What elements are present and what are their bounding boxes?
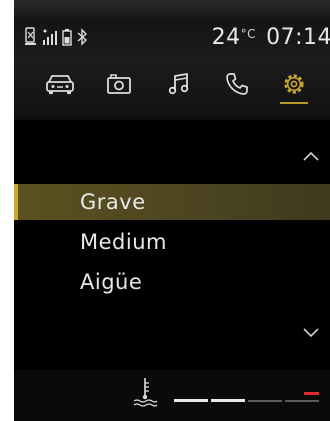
phone-battery-icon xyxy=(25,27,36,45)
gauge-segment-1 xyxy=(174,399,208,402)
menu-item-label: Aigüe xyxy=(80,270,143,294)
menu-item-label: Grave xyxy=(80,190,146,214)
menu-list: Grave Medium Aigüe xyxy=(14,120,330,370)
status-icons xyxy=(24,26,88,46)
tab-settings[interactable] xyxy=(272,72,316,116)
chevron-up-icon[interactable] xyxy=(302,150,320,162)
bottom-bar xyxy=(14,370,330,421)
phone-icon xyxy=(226,73,248,95)
coolant-temperature-icon xyxy=(133,378,158,407)
temperature-unit: °C xyxy=(240,27,256,41)
menu-item-aigue[interactable]: Aigüe xyxy=(14,264,330,300)
signal-icon xyxy=(43,29,57,45)
chevron-down-icon[interactable] xyxy=(302,326,320,338)
gauge-segment-2 xyxy=(211,399,245,402)
tab-media[interactable] xyxy=(97,72,141,116)
selection-accent xyxy=(14,184,18,220)
camera-icon xyxy=(107,74,131,94)
top-edge xyxy=(14,0,330,20)
display-screen: 24°C 07:14 Grave Medium Aigüe xyxy=(14,0,330,421)
menu-item-grave[interactable]: Grave xyxy=(14,184,330,220)
clock: 07:14 xyxy=(266,25,330,50)
outside-temperature: 24°C xyxy=(212,25,256,50)
gauge-segment-4 xyxy=(285,400,319,402)
bluetooth-icon xyxy=(77,28,88,46)
gauge-segment-3 xyxy=(248,400,282,402)
temperature-value: 24 xyxy=(211,25,241,50)
tab-music[interactable] xyxy=(157,72,201,116)
tab-vehicle[interactable] xyxy=(38,72,82,116)
tab-phone[interactable] xyxy=(215,72,259,116)
gear-icon xyxy=(284,74,304,94)
menu-item-label: Medium xyxy=(80,230,167,254)
status-bar: 24°C 07:14 xyxy=(14,20,330,62)
battery-icon xyxy=(62,29,72,46)
tab-bar xyxy=(14,62,330,118)
menu-item-medium[interactable]: Medium xyxy=(14,224,330,260)
car-icon xyxy=(46,75,74,94)
music-note-icon xyxy=(168,72,189,95)
gauge-warning-marker xyxy=(304,392,319,395)
active-tab-indicator xyxy=(280,102,308,104)
